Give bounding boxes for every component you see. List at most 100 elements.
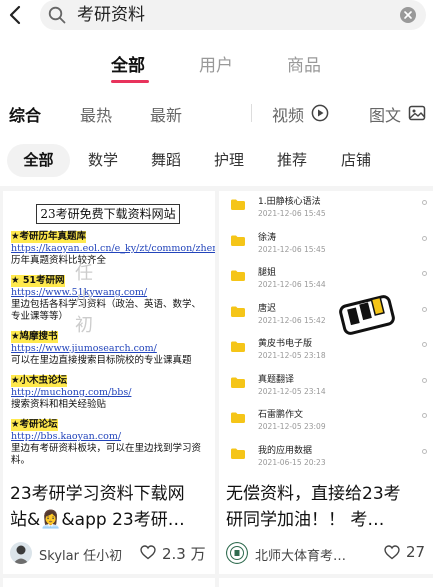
doc-link: http://muchong.com/bbs/ [11,387,132,398]
author-name[interactable]: Skylar 任小初 [39,545,122,564]
doc-heading: ★ 51考研网 [11,275,65,287]
sort-divider [251,104,252,122]
filter-image-text[interactable]: 图文 [369,102,401,126]
file-row: 徐涛 2021-12-06 15:45 [231,230,421,268]
doc-link: https://kaoyan.eol.cn/e_ky/zt/common/zhe… [11,243,215,254]
radio-dot-icon [422,271,427,276]
search-header: 考研资料 [0,0,433,30]
doc-heading: ★鸠摩搜书 [11,331,58,343]
sticker-graphic [339,295,395,335]
heart-icon[interactable] [384,545,400,560]
next-card-peek [219,578,433,587]
note-cover-image[interactable]: 23考研免费下载资料网站 ★考研历年真题库 https://kaoyan.eol.… [3,191,215,468]
sort-newest[interactable]: 最新 [150,102,182,126]
note-title[interactable]: 23考研学习资料下载网 站&👩‍💼&app 23考研… [10,481,210,533]
like-count: 2.3 万 [162,545,206,563]
file-name: 我的应用数据 [258,445,313,456]
file-date: 2021-12-05 23:09 [258,422,326,431]
file-name: 腿姐 [258,268,277,278]
folder-icon [231,306,245,317]
doc-text: 里边包括各科学习资料（政治、英语、数学、 [11,299,202,310]
filter-video[interactable]: 视频 [272,102,304,126]
folder-icon [231,377,245,388]
chip-nursing[interactable]: 护理 [206,144,252,177]
chip-shop[interactable]: 店铺 [333,144,379,177]
doc-text: 专业课等等） [11,311,69,322]
file-date: 2021-12-06 15:42 [258,315,326,325]
file-name: 石雷鹏作文 [258,410,304,420]
tab-users[interactable]: 用户 [199,51,233,76]
tab-all[interactable]: 全部 [111,51,145,76]
author-name[interactable]: 北师大体育考… [255,545,346,564]
radio-dot-icon [422,200,427,205]
sort-bar: 综合 最热 最新 视频 图文 [0,100,433,126]
tab-products[interactable]: 商品 [287,51,321,76]
doc-heading: ★考研历年真题库 [11,231,87,243]
note-title[interactable]: 无偿资料，直接给23考 研同学加油！！ 考… [226,481,426,533]
chip-all[interactable]: 全部 [7,144,70,177]
radio-dot-icon [422,413,427,418]
radio-dot-icon [422,342,427,347]
folder-icon [231,235,245,246]
file-row: 我的应用数据 2021-06-15 20:23 [231,443,421,469]
doc-link: http://bbs.kaoyan.com/ [11,431,122,442]
like-count: 27 [406,543,426,561]
file-name: 唐迟 [258,303,277,314]
radio-dot-icon [422,377,427,383]
file-date: 2021-12-06 15:45 [258,209,326,218]
file-date: 2021-12-05 23:14 [258,386,326,396]
file-name: 真题翻译 [258,374,295,385]
folder-icon [231,448,245,459]
doc-text: 搜索资料和相关经验贴 [11,399,107,410]
file-date: 2021-12-06 15:44 [258,280,326,289]
doc-link: https://www.jiumosearch.com/ [11,343,157,354]
radio-dot-icon [422,235,427,241]
radio-dot-icon [422,306,427,312]
note-card[interactable]: 1.田静核心语法 2021-12-06 15:45 徐涛 2021-12-06 15:… [219,191,433,574]
file-date: 2021-12-05 23:18 [258,351,326,360]
active-tab-indicator [111,80,149,83]
note-title-line: 研同学加油！！ 考… [226,510,385,530]
image-icon[interactable] [408,104,426,122]
doc-heading: ★小木虫论坛 [11,375,68,387]
note-card[interactable]: 23考研免费下载资料网站 ★考研历年真题库 https://kaoyan.eol.… [3,191,215,574]
file-date: 2021-06-15 20:23 [258,457,326,467]
file-name: 1.田静核心语法 [258,197,321,207]
chip-dance[interactable]: 舞蹈 [143,144,189,177]
doc-text: 料。 [11,455,31,466]
note-title-line: 站&👩‍💼&app 23考研… [10,510,185,530]
sort-comprehensive[interactable]: 综合 [9,102,41,126]
search-icon [48,6,66,24]
note-title-line: 23考研学习资料下载网 [10,484,185,504]
chip-math[interactable]: 数学 [80,144,126,177]
back-arrow-icon[interactable] [6,4,26,26]
doc-heading: ★考研论坛 [11,419,58,431]
folder-icon [231,412,245,423]
folder-icon [231,199,245,210]
clear-icon[interactable] [400,7,416,23]
watermark: 任小初 [75,263,93,336]
chip-recommend[interactable]: 推荐 [269,144,315,177]
category-chips: 全部 数学 舞蹈 护理 推荐 店铺 [0,144,433,178]
search-input[interactable]: 考研资料 [40,0,426,30]
avatar[interactable] [226,542,248,564]
avatar[interactable] [10,542,32,564]
file-row: 真题翻译 2021-12-05 23:14 [231,372,421,410]
note-footer: 北师大体育考… 27 [226,540,431,564]
sort-hottest[interactable]: 最热 [80,102,112,126]
heart-icon[interactable] [140,545,156,560]
folder-icon [231,341,245,352]
next-card-peek [3,578,215,587]
note-cover-image[interactable]: 1.田静核心语法 2021-12-06 15:45 徐涛 2021-12-06 15:… [219,191,433,468]
note-title-line: 无偿资料，直接给23考 [226,484,401,504]
search-query-text: 考研资料 [77,5,145,25]
folder-icon [231,270,245,281]
play-circle-icon[interactable] [311,104,329,122]
radio-dot-icon [422,448,427,454]
file-name: 徐涛 [258,232,277,243]
result-type-tabs: 全部 用户 商品 [0,48,433,88]
note-footer: Skylar 任小初 2.3 万 [10,540,215,564]
file-name: 黄皮书电子版 [258,339,313,349]
file-row: 黄皮书电子版 2021-12-05 23:18 [231,336,421,374]
doc-text: 里边有考研资料板块，可以在里边找到学习资 [11,443,202,454]
